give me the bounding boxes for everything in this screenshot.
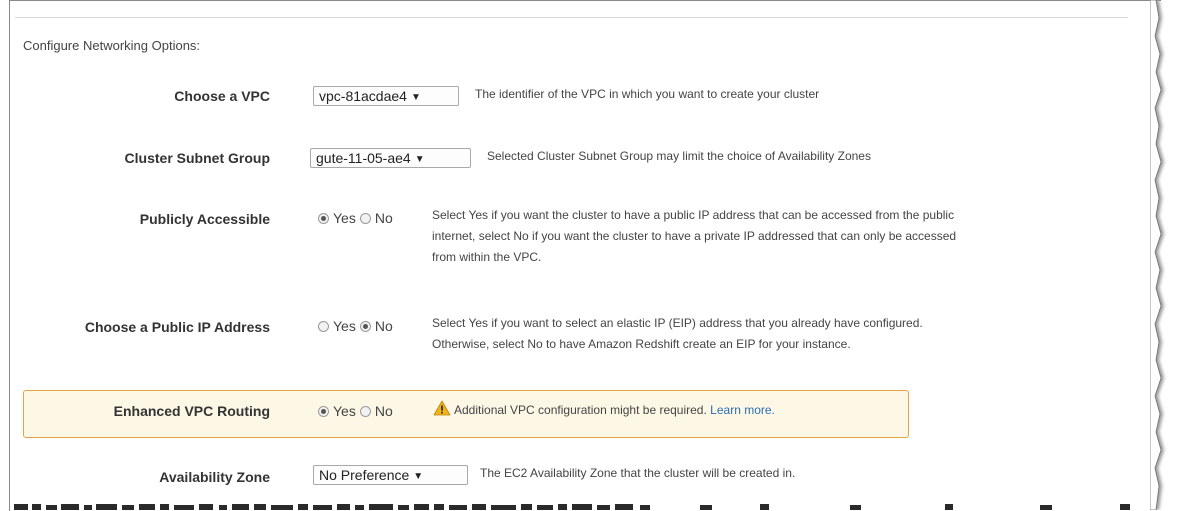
- help-line: Select Yes if you want the cluster to ha…: [432, 208, 955, 222]
- publicly-accessible-yes-radio[interactable]: [318, 213, 329, 224]
- enhanced-vpc-routing-label: Enhanced VPC Routing: [113, 403, 270, 419]
- enhanced-vpc-routing-radio-group: Yes No: [318, 403, 397, 419]
- vpc-help: The identifier of the VPC in which you w…: [475, 87, 820, 101]
- publicly-accessible-no-label[interactable]: No: [375, 210, 393, 226]
- public-ip-no-label[interactable]: No: [375, 318, 393, 334]
- enhanced-vpc-routing-yes-radio[interactable]: [318, 406, 329, 417]
- section-title: Configure Networking Options:: [23, 38, 201, 53]
- enhanced-vpc-routing-help: Additional VPC configuration might be re…: [433, 400, 775, 421]
- subnet-group-label: Cluster Subnet Group: [124, 150, 270, 166]
- availability-zone-help: The EC2 Availability Zone that the clust…: [480, 466, 796, 480]
- dropdown-arrow-icon: ▼: [413, 471, 424, 482]
- help-line: from within the VPC.: [432, 250, 542, 264]
- enhanced-vpc-routing-no-radio[interactable]: [359, 406, 371, 417]
- learn-more-link[interactable]: Learn more.: [710, 403, 775, 417]
- public-ip-label: Choose a Public IP Address: [84, 319, 270, 335]
- subnet-group-select-value: gute-11-05-ae4: [316, 150, 411, 166]
- availability-zone-select[interactable]: No Preference ▼: [313, 465, 468, 485]
- enhanced-vpc-routing-no-label[interactable]: No: [375, 403, 393, 419]
- availability-zone-select-value: No Preference: [319, 467, 410, 483]
- publicly-accessible-label: Publicly Accessible: [139, 211, 270, 227]
- subnet-group-select[interactable]: gute-11-05-ae4 ▼: [310, 148, 471, 168]
- divider: [15, 17, 1128, 18]
- dropdown-arrow-icon: ▼: [414, 154, 425, 165]
- vpc-select[interactable]: vpc-81acdae4 ▼: [313, 86, 459, 106]
- publicly-accessible-help: Select Yes if you want the cluster to ha…: [432, 205, 1142, 268]
- public-ip-help: Select Yes if you want to select an elas…: [432, 313, 1142, 355]
- enhanced-vpc-routing-yes-label[interactable]: Yes: [333, 403, 356, 419]
- warning-icon: [433, 400, 451, 416]
- subnet-group-help: Selected Cluster Subnet Group may limit …: [487, 149, 871, 163]
- public-ip-yes-label[interactable]: Yes: [333, 318, 356, 334]
- publicly-accessible-no-radio[interactable]: [359, 213, 371, 224]
- cut-off-content: [10, 503, 1150, 510]
- availability-zone-label: Availability Zone: [159, 469, 270, 485]
- vpc-label: Choose a VPC: [174, 88, 270, 104]
- help-line: internet, select No if you want the clus…: [432, 229, 957, 243]
- public-ip-no-radio[interactable]: [359, 321, 371, 332]
- dropdown-arrow-icon: ▼: [410, 92, 421, 103]
- vpc-select-value: vpc-81acdae4: [319, 88, 407, 104]
- help-line: Select Yes if you want to select an elas…: [432, 316, 923, 330]
- public-ip-yes-radio[interactable]: [318, 321, 329, 332]
- help-line: Otherwise, select No to have Amazon Reds…: [432, 337, 851, 351]
- torn-edge: [1150, 0, 1164, 510]
- public-ip-radio-group: Yes No: [318, 318, 397, 334]
- publicly-accessible-yes-label[interactable]: Yes: [333, 210, 356, 226]
- warning-text: Additional VPC configuration might be re…: [454, 403, 707, 417]
- publicly-accessible-radio-group: Yes No: [318, 210, 397, 226]
